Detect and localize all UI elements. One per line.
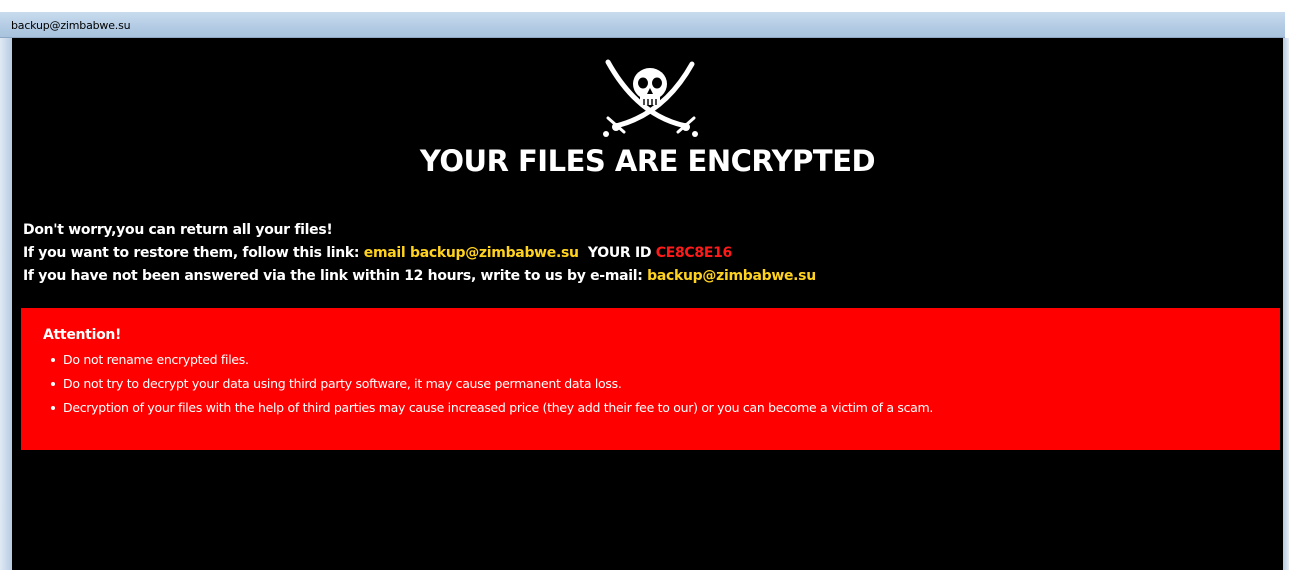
skull-crossed-swords-icon [603, 59, 698, 137]
window-titlebar[interactable]: backup@zimbabwe.su [0, 12, 1285, 38]
list-item-text: Decryption of your files with the help o… [63, 400, 934, 415]
ransom-note-content: YOUR FILES ARE ENCRYPTED Don't worry,you… [12, 38, 1283, 570]
reassurance-text: Don't worry,you can return all your file… [23, 222, 333, 238]
bullet-icon [51, 381, 55, 386]
attention-box: Attention! Do not rename encrypted files… [21, 308, 1280, 450]
list-item: Do not rename encrypted files. [43, 348, 933, 372]
message-line-2: If you want to restore them, follow this… [23, 242, 816, 265]
restore-instruction-text: If you want to restore them, follow this… [23, 245, 364, 261]
window-frame-right [1283, 38, 1289, 570]
message-block: Don't worry,you can return all your file… [23, 219, 816, 288]
message-line-3: If you have not been answered via the li… [23, 265, 816, 288]
ransom-note-window: backup@zimbabwe.su YOUR FILES ARE ENCRYP… [0, 0, 1289, 570]
contact-email[interactable]: backup@zimbabwe.su [647, 268, 816, 284]
bullet-icon [51, 405, 55, 410]
list-item-text: Do not rename encrypted files. [63, 352, 249, 367]
fallback-instruction-text: If you have not been answered via the li… [23, 268, 648, 284]
list-item: Do not try to decrypt your data using th… [43, 372, 933, 396]
page-title: YOUR FILES ARE ENCRYPTED [419, 144, 876, 178]
your-id-label: YOUR ID [587, 245, 652, 261]
list-item: Decryption of your files with the help o… [43, 396, 933, 420]
bullet-icon [51, 357, 55, 362]
window-title: backup@zimbabwe.su [11, 19, 131, 32]
email-link[interactable]: email backup@zimbabwe.su [364, 245, 579, 261]
list-item-text: Do not try to decrypt your data using th… [63, 376, 622, 391]
window-frame-left [0, 38, 12, 570]
message-line-1: Don't worry,you can return all your file… [23, 219, 816, 242]
victim-id-value: CE8C8E16 [655, 245, 733, 261]
attention-title: Attention! [43, 327, 122, 343]
attention-list: Do not rename encrypted files. Do not tr… [43, 348, 933, 420]
